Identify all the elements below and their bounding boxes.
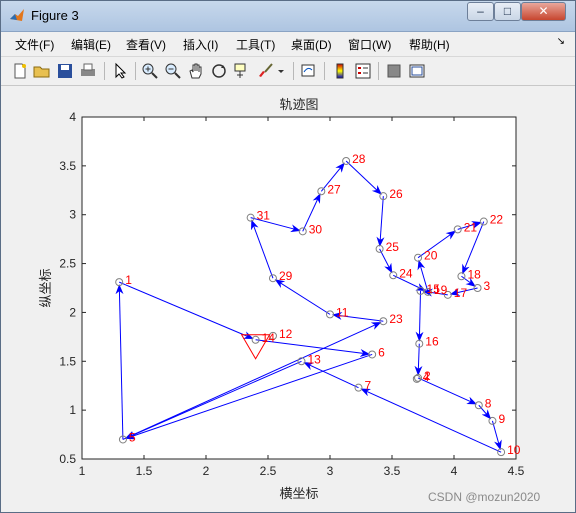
point-label: 31: [257, 209, 271, 223]
point-label: 11: [336, 305, 349, 319]
x-tick-label: 2.5: [260, 464, 277, 478]
x-axis-label: 横坐标: [279, 487, 318, 502]
point-label: 13: [307, 352, 321, 366]
point-label: 21: [464, 220, 478, 234]
point-label: 20: [424, 249, 438, 263]
x-tick-label: 3: [327, 464, 334, 478]
point-label: 9: [498, 412, 505, 426]
plot-axes-box: [81, 116, 517, 460]
point-label: 12: [279, 327, 293, 341]
trajectory-plot: 轨迹图 横坐标 纵坐标 1 1.5 2 2.5 3 3.5 4 4.50.511.522.53…: [39, 98, 525, 502]
y-tick-label: 1: [69, 403, 76, 417]
point-label: 8: [485, 396, 492, 410]
x-tick-label: 3.5: [384, 464, 401, 478]
point-label: 29: [279, 269, 293, 283]
point-label: 3: [484, 279, 491, 293]
point-label: 10: [507, 443, 521, 457]
point-label: 1: [125, 273, 132, 287]
chart-title: 轨迹图: [279, 98, 318, 113]
point-label: 23: [389, 312, 403, 326]
x-tick-label: 1.5: [136, 464, 153, 478]
point-label: 24: [399, 266, 413, 280]
point-label: 26: [389, 187, 403, 201]
point-label: 17: [454, 286, 468, 300]
y-tick-label: 2: [69, 305, 76, 319]
point-label: 14: [262, 331, 276, 345]
point-label: 27: [327, 182, 341, 196]
y-tick-label: 0.5: [59, 452, 76, 466]
y-axis-label: 纵坐标: [39, 268, 54, 307]
y-tick-label: 4: [69, 110, 76, 124]
point-label: 19: [434, 283, 448, 297]
y-tick-label: 3.5: [59, 159, 76, 173]
point-label: 7: [365, 379, 372, 393]
y-tick-label: 1.5: [59, 354, 76, 368]
point-label: 28: [352, 152, 366, 166]
point-label: 6: [378, 345, 385, 359]
y-tick-label: 3: [69, 208, 76, 222]
y-tick-label: 2.5: [59, 257, 76, 271]
x-tick-label: 4.5: [508, 464, 525, 478]
x-tick-label: 4: [451, 464, 458, 478]
point-label: 4: [423, 370, 430, 384]
point-label: 30: [309, 222, 323, 236]
x-tick-label: 2: [203, 464, 210, 478]
watermark: CSDN @mozun2020: [428, 490, 541, 504]
point-label: 25: [386, 240, 400, 254]
point-label: 18: [467, 267, 481, 281]
point-label: 5: [129, 430, 136, 444]
point-label: 16: [425, 335, 439, 349]
point-label: 22: [490, 213, 504, 227]
x-tick-label: 1: [79, 464, 86, 478]
